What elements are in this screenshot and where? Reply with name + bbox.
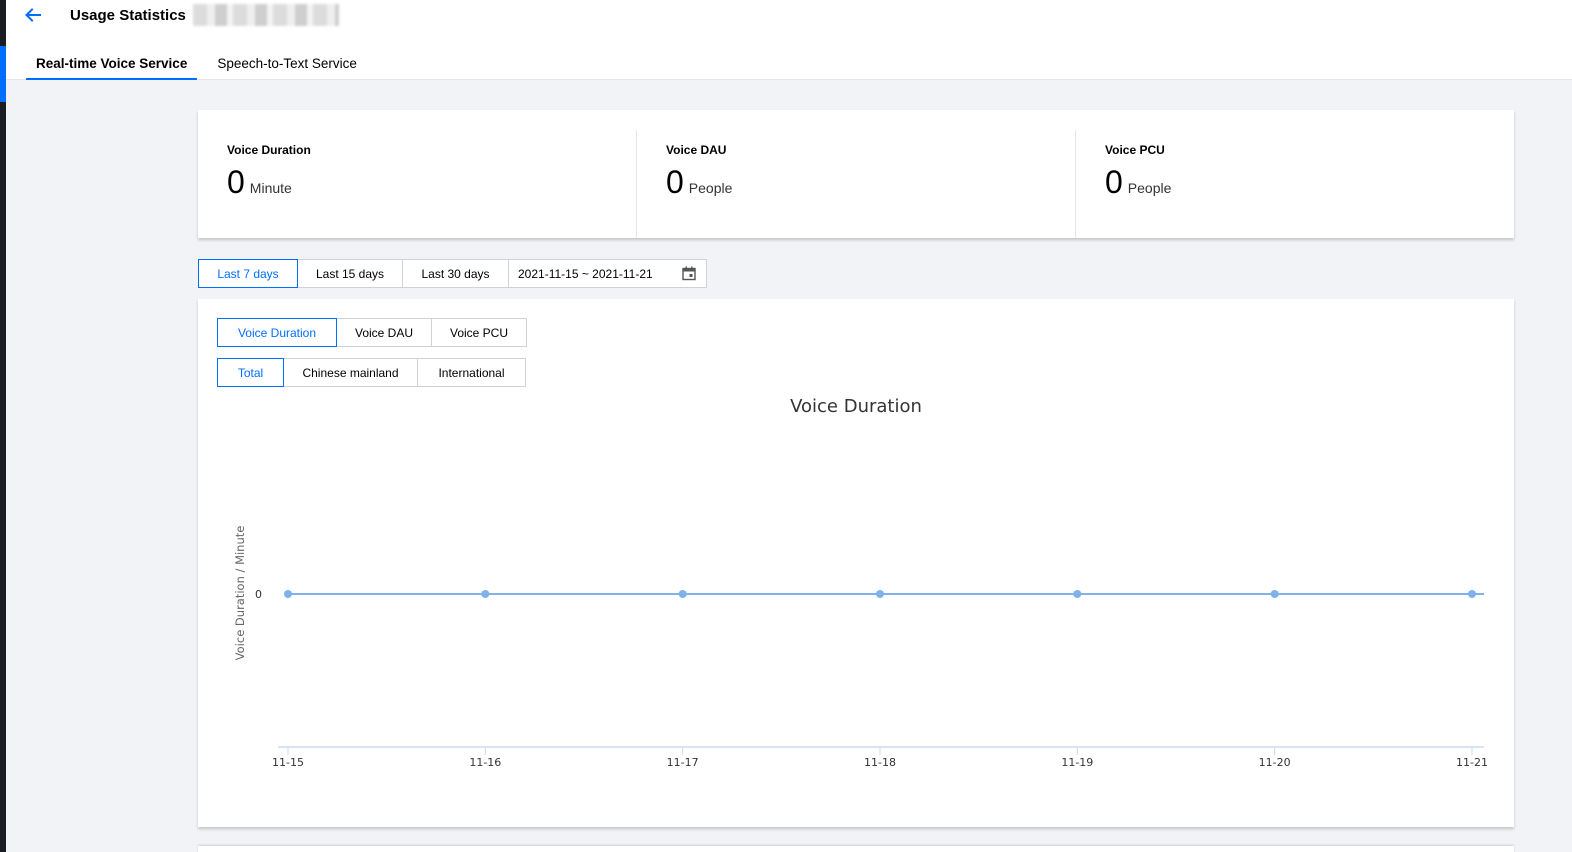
stat-label: Voice DAU [666,143,727,157]
y-axis-label: Voice Duration / Minute [233,526,247,661]
calendar-icon[interactable] [682,266,696,281]
metric-voice-duration-button[interactable]: Voice Duration [217,318,337,347]
x-tick-label: 11-19 [1061,756,1093,769]
y-axis-ticks: 0 [255,588,262,601]
region-total-button[interactable]: Total [217,358,284,387]
next-card-edge [198,846,1514,852]
last-7-days-button[interactable]: Last 7 days [198,259,298,288]
tab-speech-to-text-service[interactable]: Speech-to-Text Service [207,50,367,80]
arrow-left-icon[interactable] [24,6,42,24]
date-range-text: 2021-11-15 ~ 2021-11-21 [518,266,653,281]
chart-card: Voice Duration Voice DAU Voice PCU Total… [198,299,1514,827]
stat-label: Voice Duration [227,143,311,157]
redacted-app-name [193,4,339,26]
x-tick-label: 11-18 [864,756,896,769]
last-30-days-button[interactable]: Last 30 days [402,259,509,288]
stat-voice-pcu: Voice PCU 0 People [1075,130,1514,238]
data-point[interactable] [284,590,292,598]
stat-unit: People [688,180,733,196]
data-point[interactable] [678,590,687,598]
chart-title: Voice Duration [790,396,922,417]
service-tabs: Real-time Voice Service Speech-to-Text S… [26,50,377,80]
left-rail [0,0,6,852]
tab-real-time-voice-service[interactable]: Real-time Voice Service [26,50,198,80]
stats-summary-card: Voice Duration 0 Minute Voice DAU 0 Peop… [198,110,1514,238]
data-point[interactable] [1468,590,1476,598]
stat-voice-dau: Voice DAU 0 People [636,130,1075,238]
stat-unit: People [1127,180,1172,196]
x-tick-label: 11-15 [272,756,304,769]
x-tick-label: 11-17 [667,756,699,769]
x-axis-ticks: 11-15 11-16 11-17 11-18 11-19 11-20 11-21 [272,747,1488,769]
stat-label: Voice PCU [1105,143,1165,157]
stat-value: 0 [1105,164,1123,200]
last-15-days-button[interactable]: Last 15 days [297,259,403,288]
x-tick-label: 11-20 [1259,756,1291,769]
voice-duration-chart: Voice Duration Voice Duration / Minute 0… [233,396,1488,769]
page-title: Usage Statistics [70,7,186,24]
y-tick-label: 0 [255,588,262,601]
x-tick-label: 11-16 [469,756,501,769]
x-tick-label: 11-21 [1456,756,1488,769]
date-range-picker[interactable]: 2021-11-15 ~ 2021-11-21 [508,259,707,288]
data-point[interactable] [1073,590,1082,598]
data-point[interactable] [876,590,884,598]
data-point[interactable] [1270,590,1279,598]
stat-value: 0 [666,164,684,200]
date-range-selector: Last 7 days Last 15 days Last 30 days 20… [198,259,707,288]
stat-unit: Minute [249,180,292,196]
page-header: Usage Statistics Real-time Voice Service… [6,0,1572,80]
stat-voice-duration: Voice Duration 0 Minute [198,110,636,238]
data-point[interactable] [481,590,490,598]
stat-value: 0 [227,164,245,200]
